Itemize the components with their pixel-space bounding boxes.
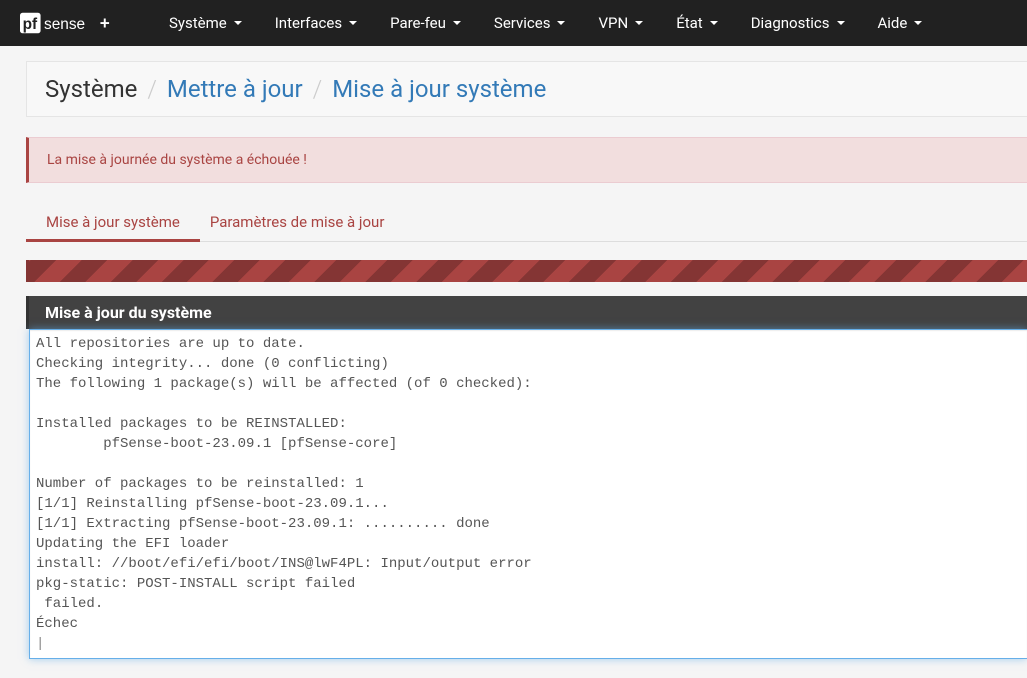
tab-update-settings[interactable]: Paramètres de mise à jour [210,203,385,241]
panel-title: Mise à jour du système [45,303,212,322]
log-text: All repositories are up to date. Checkin… [36,336,532,632]
nav-item-systeme[interactable]: Système [155,2,256,44]
brand-logo[interactable]: pf sense + [20,11,140,35]
nav-item-aide[interactable]: Aide [864,2,937,44]
caret-down-icon [557,21,565,25]
nav-label: VPN [598,14,628,32]
svg-text:sense: sense [44,16,85,33]
alert-error: La mise à journée du système a échouée ! [26,137,1027,183]
tab-label: Paramètres de mise à jour [210,213,385,231]
progress-stripe-bar [26,260,1027,282]
panel-header: Mise à jour du système [26,296,1027,329]
navbar: pf sense + Système Interfaces Pare-feu S… [0,0,1027,46]
tabs: Mise à jour système Paramètres de mise à… [26,203,1027,242]
nav-item-diagnostics[interactable]: Diagnostics [737,2,859,44]
caret-down-icon [710,21,718,25]
nav-label: État [676,14,703,32]
caret-down-icon [349,21,357,25]
nav-item-etat[interactable]: État [662,2,732,44]
tab-system-update[interactable]: Mise à jour système [46,203,180,241]
update-log-output[interactable]: All repositories are up to date. Checkin… [29,329,1027,659]
nav-item-vpn[interactable]: VPN [584,2,657,44]
nav-label: Services [494,14,551,32]
breadcrumb-link-l2[interactable]: Mise à jour système [332,75,546,103]
alert-message: La mise à journée du système a échouée ! [47,152,307,168]
nav-items: Système Interfaces Pare-feu Services VPN… [155,2,936,44]
nav-label: Interfaces [275,14,342,32]
breadcrumb-root: Système [45,75,137,103]
nav-label: Diagnostics [751,14,830,32]
svg-text:pf: pf [23,16,38,33]
breadcrumb-link-l1[interactable]: Mettre à jour [167,75,303,103]
nav-item-interfaces[interactable]: Interfaces [261,2,371,44]
nav-label: Pare-feu [390,14,446,32]
nav-label: Système [169,14,227,32]
text-cursor [36,636,44,652]
nav-label: Aide [878,14,908,32]
breadcrumb: Système / Mettre à jour / Mise à jour sy… [26,61,1027,117]
caret-down-icon [837,21,845,25]
breadcrumb-separator: / [313,75,323,103]
nav-item-parefeu[interactable]: Pare-feu [376,2,475,44]
caret-down-icon [914,21,922,25]
tab-label: Mise à jour système [46,213,180,231]
nav-item-services[interactable]: Services [480,2,580,44]
svg-text:+: + [100,13,110,33]
caret-down-icon [453,21,461,25]
breadcrumb-separator: / [147,75,157,103]
caret-down-icon [635,21,643,25]
caret-down-icon [234,21,242,25]
